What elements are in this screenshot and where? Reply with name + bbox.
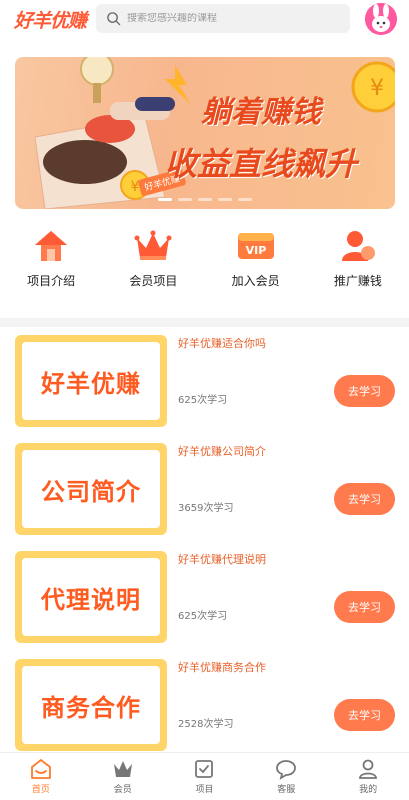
nav-item-join-member[interactable]: VIP 加入会员 [205,228,307,298]
tab-mine[interactable]: 我的 [327,753,409,800]
tab-label: 客服 [277,785,296,795]
course-title[interactable]: 好羊优赚公司简介 [178,443,266,459]
top-bar: 好羊优赚 [0,0,409,40]
course-study-count: 625次学习 [178,395,228,406]
vip-icon: VIP [237,233,274,259]
study-button[interactable]: 去学习 [334,375,395,407]
crown-icon [134,230,172,260]
course-thumbnail[interactable]: 好羊优赚 [15,335,167,427]
nav-label: 项目介绍 [27,274,76,288]
home-icon [35,231,68,261]
carousel-dot[interactable] [158,198,172,201]
course-item[interactable]: 公司简介 好羊优赚公司简介 3659次学习 去学习 [0,443,409,543]
course-study-count: 2528次学习 [178,719,234,730]
course-item[interactable]: 代理说明 好羊优赚代理说明 625次学习 去学习 [0,551,409,651]
app-logo: 好羊优赚 [14,10,87,32]
tab-label: 项目 [195,785,214,795]
course-title[interactable]: 好羊优赚商务合作 [178,659,266,675]
quick-nav: 项目介绍 会员项目 VIP 加入会员 推广赚钱 [0,228,409,298]
nav-item-member-project[interactable]: 会员项目 [102,228,204,298]
nav-item-promote-earn[interactable]: 推广赚钱 [307,228,409,298]
svg-text:VIP: VIP [245,244,266,257]
banner-illustration: ¥ ¥ [34,57,395,209]
course-thumbnail[interactable]: 代理说明 [15,551,167,643]
user-promote-icon [341,231,375,261]
nav-item-project-intro[interactable]: 项目介绍 [0,228,102,298]
course-thumbnail[interactable]: 公司简介 [15,443,167,535]
course-item[interactable]: 好羊优赚 好羊优赚适合你吗 625次学习 去学习 [0,335,409,435]
nav-label: 推广赚钱 [333,274,382,288]
search-icon [107,12,121,26]
home-icon [30,759,51,779]
tab-service[interactable]: 客服 [245,753,327,800]
checkbox-icon [195,760,214,778]
thumbnail-text: 公司简介 [41,477,141,506]
nav-label: 会员项目 [129,274,178,288]
study-button[interactable]: 去学习 [334,699,395,731]
crown-icon [113,761,132,777]
course-study-count: 3659次学习 [178,503,234,514]
course-item[interactable]: 商务合作 好羊优赚商务合作 2528次学习 去学习 [0,659,409,759]
nav-label: 加入会员 [231,274,280,288]
carousel-dot[interactable] [178,198,192,201]
thumbnail-text: 好羊优赚 [41,369,141,398]
banner-slogan-line1: 躺着赚钱 [201,95,321,130]
carousel-dot[interactable] [238,198,252,201]
course-study-count: 625次学习 [178,611,228,622]
tab-label: 会员 [113,785,132,795]
tab-project[interactable]: 项目 [164,753,246,800]
course-title[interactable]: 好羊优赚适合你吗 [178,335,266,351]
bunny-avatar-icon [365,3,397,35]
study-button[interactable]: 去学习 [334,591,395,623]
carousel-indicator [15,198,395,201]
search-bar[interactable] [96,4,350,33]
tab-label: 我的 [359,785,378,795]
course-title[interactable]: 好羊优赚代理说明 [178,551,266,567]
tab-home[interactable]: 首页 [0,753,82,800]
tab-label: 首页 [31,785,50,795]
avatar[interactable] [365,3,397,35]
promo-banner[interactable]: ¥ ¥ 好羊优赚 躺着赚钱 收益直线飙升 [15,57,395,209]
section-divider [0,318,409,327]
search-input[interactable] [127,13,327,24]
carousel-dot[interactable] [198,198,212,201]
chat-icon [276,760,297,780]
carousel-dot[interactable] [218,198,232,201]
thumbnail-text: 代理说明 [41,585,141,614]
svg-text:¥: ¥ [370,76,384,101]
tab-member[interactable]: 会员 [82,753,164,800]
thumbnail-text: 商务合作 [41,693,141,722]
study-button[interactable]: 去学习 [334,483,395,515]
person-icon [359,759,377,779]
bottom-tab-bar: 首页 会员 项目 客服 我的 [0,752,409,800]
course-thumbnail[interactable]: 商务合作 [15,659,167,751]
banner-slogan-line2: 收益直线飙升 [165,145,358,183]
